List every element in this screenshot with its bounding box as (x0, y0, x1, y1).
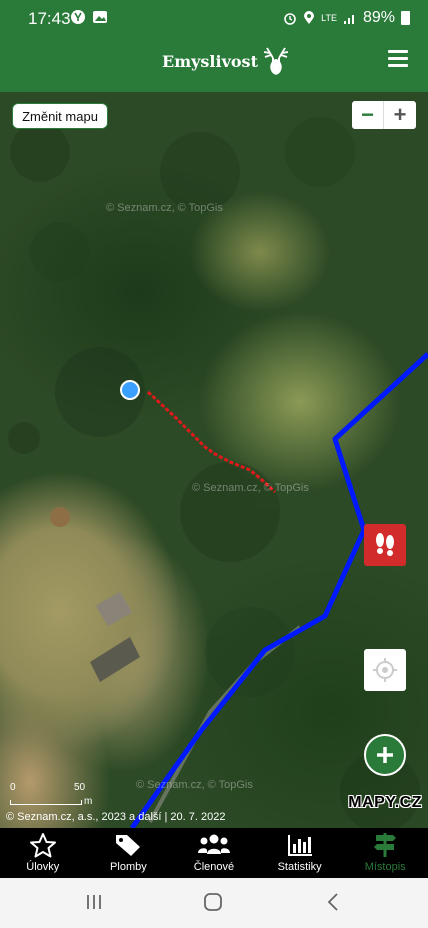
location-status-icon (304, 11, 315, 24)
change-map-button[interactable]: Změnit mapu (12, 103, 108, 129)
alarm-icon (284, 13, 296, 25)
nav-item-clenove[interactable]: Členové (171, 828, 257, 878)
hamburger-menu-icon (388, 50, 408, 53)
status-notification-icons (70, 9, 108, 25)
app-name: Emyslivost (162, 51, 258, 71)
bar-chart-icon (287, 835, 312, 856)
crosshair-icon (373, 658, 397, 682)
signal-icon (343, 15, 354, 24)
scale-unit: m (84, 796, 93, 807)
status-bar: 17:43 LTE 89% (0, 0, 428, 32)
map-watermark-2: © Seznam.cz, © TopGis (192, 482, 309, 494)
app-header: Emyslivost (0, 32, 428, 92)
bottom-navigation: Úlovky Plomby Členové Statistiky Místopi… (0, 828, 428, 878)
footsteps-button[interactable] (364, 524, 406, 566)
map-view[interactable]: © Seznam.cz, © TopGis © Seznam.cz, © Top… (0, 92, 428, 828)
footsteps-icon (376, 533, 394, 556)
signpost-icon (374, 833, 397, 857)
scale-start: 0 (10, 782, 16, 793)
menu-button[interactable] (388, 50, 408, 70)
zoom-control: − + (352, 101, 416, 129)
nav-label-plomby: Plomby (110, 861, 147, 873)
scale-end: 50 (74, 782, 86, 793)
back-icon[interactable] (324, 892, 344, 912)
home-icon[interactable] (203, 892, 223, 912)
nav-label-ulovky: Úlovky (26, 861, 60, 873)
nav-item-mistopis[interactable]: Místopis (342, 828, 428, 878)
recent-apps-icon[interactable] (84, 892, 104, 912)
app-logo: Emyslivost (162, 44, 291, 78)
system-navigation-bar (0, 878, 428, 928)
mapy-cz-logo: MAPY.CZ (348, 794, 422, 811)
plus-icon (377, 747, 393, 763)
status-time: 17:43 (28, 9, 71, 28)
user-location-marker (120, 380, 140, 400)
nav-label-clenove: Členové (193, 861, 235, 873)
add-button[interactable] (364, 734, 406, 776)
gallery-notification-icon (93, 11, 107, 23)
nav-label-mistopis: Místopis (364, 861, 406, 873)
map-watermark-3: © Seznam.cz, © TopGis (136, 779, 253, 791)
locate-me-button[interactable] (364, 649, 406, 691)
deer-antler-icon (263, 47, 289, 75)
map-watermark-1: © Seznam.cz, © TopGis (106, 202, 223, 214)
status-right-icons: LTE 89% (283, 9, 410, 27)
nav-item-statistiky[interactable]: Statistiky (257, 828, 343, 878)
zoom-in-button[interactable]: + (384, 101, 416, 129)
star-icon (29, 833, 56, 858)
battery-icon (401, 11, 410, 25)
members-icon (197, 834, 230, 854)
battery-percent: 89% (362, 9, 395, 26)
nav-item-ulovky[interactable]: Úlovky (0, 828, 86, 878)
nav-item-plomby[interactable]: Plomby (86, 828, 172, 878)
app-notification-icon (71, 10, 85, 24)
map-attribution[interactable]: © Seznam.cz, a.s., 2023 a další | 20. 7.… (6, 811, 225, 823)
nav-label-statistiky: Statistiky (277, 861, 322, 873)
tag-icon (116, 835, 141, 856)
zoom-out-button[interactable]: − (352, 101, 384, 129)
scale-bar (10, 800, 82, 805)
network-type: LTE (321, 13, 337, 23)
